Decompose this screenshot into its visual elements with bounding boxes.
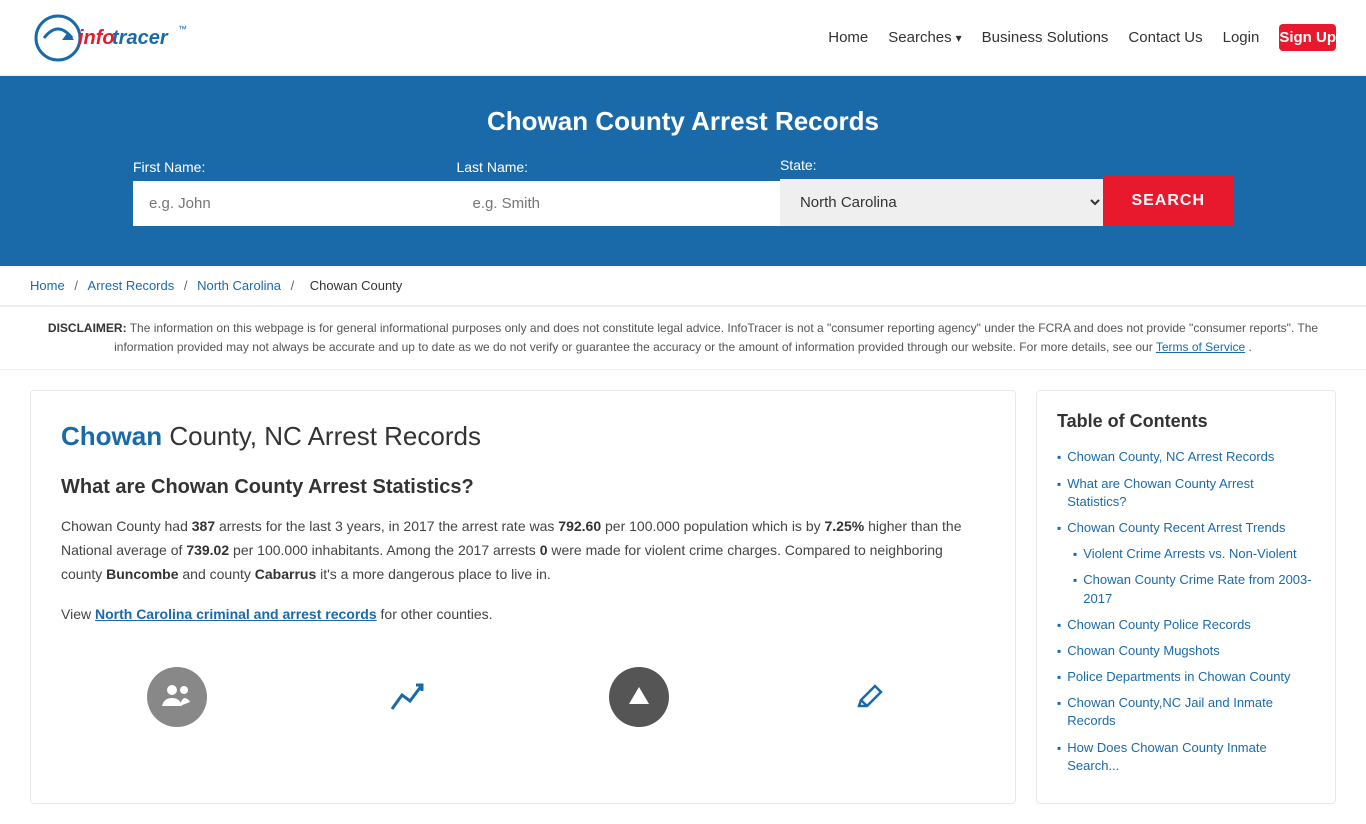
nav-login[interactable]: Login xyxy=(1223,24,1260,51)
svg-text:info: info xyxy=(78,27,115,49)
main-content: Chowan County, NC Arrest Records What ar… xyxy=(0,370,1366,824)
p1-county2: Cabarrus xyxy=(255,566,316,582)
breadcrumb: Home / Arrest Records / North Carolina /… xyxy=(0,266,1366,306)
toc-title: Table of Contents xyxy=(1057,411,1315,432)
searches-chevron-icon xyxy=(956,29,962,46)
disclaimer: DISCLAIMER: The information on this webp… xyxy=(0,306,1366,370)
breadcrumb-current: Chowan County xyxy=(310,278,403,293)
content-paragraph1: Chowan County had 387 arrests for the la… xyxy=(61,515,985,586)
toc-list: Chowan County, NC Arrest Records What are… xyxy=(1057,448,1315,775)
p1-mid2: per 100.000 population which is by xyxy=(601,518,824,534)
trend-icon xyxy=(378,667,438,727)
toc-link[interactable]: Chowan County Police Records xyxy=(1067,616,1251,634)
toc-item: Chowan County Recent Arrest Trends xyxy=(1057,519,1315,537)
nav-home[interactable]: Home xyxy=(828,24,868,51)
article-title: Chowan County, NC Arrest Records xyxy=(61,421,985,452)
p1-arrests: 387 xyxy=(192,518,215,534)
disclaimer-bold: DISCLAIMER: xyxy=(48,321,127,335)
article-title-highlight: Chowan xyxy=(61,421,162,451)
disclaimer-tos-link[interactable]: Terms of Service xyxy=(1156,340,1245,354)
toc-item: How Does Chowan County Inmate Search... xyxy=(1057,739,1315,775)
breadcrumb-sep-3: / xyxy=(291,278,298,293)
hero-section: Chowan County Arrest Records First Name:… xyxy=(0,76,1366,266)
last-name-label: Last Name: xyxy=(456,159,528,175)
toc-link[interactable]: How Does Chowan County Inmate Search... xyxy=(1067,739,1315,775)
svg-text:™: ™ xyxy=(178,24,187,34)
nav-business-solutions[interactable]: Business Solutions xyxy=(982,24,1109,51)
breadcrumb-home[interactable]: Home xyxy=(30,278,65,293)
breadcrumb-sep-1: / xyxy=(74,278,81,293)
view-pre: View xyxy=(61,606,95,622)
toc-link[interactable]: Chowan County Recent Arrest Trends xyxy=(1067,519,1285,537)
search-button[interactable]: SEARCH xyxy=(1103,176,1233,226)
svg-text:tracer: tracer xyxy=(112,27,169,49)
icon-item-1 xyxy=(137,667,217,727)
nav-contact-us[interactable]: Contact Us xyxy=(1128,24,1202,51)
toc-item: Chowan County,NC Jail and Inmate Records xyxy=(1057,694,1315,730)
breadcrumb-arrest-records[interactable]: Arrest Records xyxy=(88,278,175,293)
p1-pct: 7.25% xyxy=(825,518,865,534)
scroll-up-icon[interactable] xyxy=(609,667,669,727)
toc-item: Chowan County Crime Rate from 2003-2017 xyxy=(1057,571,1315,607)
view-text: View North Carolina criminal and arrest … xyxy=(61,603,985,627)
main-nav: Home Searches Business Solutions Contact… xyxy=(828,24,1336,51)
page-title: Chowan County Arrest Records xyxy=(30,106,1336,137)
article: Chowan County, NC Arrest Records What ar… xyxy=(30,390,1016,804)
state-group: State: North Carolina xyxy=(780,157,1103,226)
icon-item-3 xyxy=(599,667,679,727)
view-link[interactable]: North Carolina criminal and arrest recor… xyxy=(95,606,377,622)
toc-item: Violent Crime Arrests vs. Non-Violent xyxy=(1057,545,1315,563)
disclaimer-tos-end: . xyxy=(1249,340,1252,354)
toc-link[interactable]: Violent Crime Arrests vs. Non-Violent xyxy=(1083,545,1296,563)
p1-mid6: and county xyxy=(178,566,254,582)
header: info tracer ™ Home Searches Business Sol… xyxy=(0,0,1366,76)
toc-item: Chowan County Mugshots xyxy=(1057,642,1315,660)
disclaimer-text: The information on this webpage is for g… xyxy=(114,321,1318,354)
edit-icon xyxy=(840,667,900,727)
search-form: First Name: Last Name: State: North Caro… xyxy=(133,157,1233,226)
breadcrumb-sep-2: / xyxy=(184,278,191,293)
last-name-group: Last Name: xyxy=(456,159,779,226)
toc-link[interactable]: Chowan County, NC Arrest Records xyxy=(1067,448,1274,466)
p1-pre: Chowan County had xyxy=(61,518,192,534)
p1-rate: 792.60 xyxy=(558,518,601,534)
toc-item: Chowan County Police Records xyxy=(1057,616,1315,634)
p1-end: it's a more dangerous place to live in. xyxy=(316,566,551,582)
breadcrumb-north-carolina[interactable]: North Carolina xyxy=(197,278,281,293)
article-title-rest: County, NC Arrest Records xyxy=(162,421,481,451)
toc-link[interactable]: What are Chowan County Arrest Statistics… xyxy=(1067,475,1315,511)
icon-item-2 xyxy=(368,667,448,727)
toc-link[interactable]: Police Departments in Chowan County xyxy=(1067,668,1290,686)
icon-item-4 xyxy=(830,667,910,727)
toc-link[interactable]: Chowan County,NC Jail and Inmate Records xyxy=(1067,694,1315,730)
p1-mid4: per 100.000 inhabitants. Among the 2017 … xyxy=(229,542,540,558)
state-select[interactable]: North Carolina xyxy=(780,179,1103,226)
first-name-label: First Name: xyxy=(133,159,205,175)
toc-item: What are Chowan County Arrest Statistics… xyxy=(1057,475,1315,511)
state-label: State: xyxy=(780,157,817,173)
view-post: for other counties. xyxy=(377,606,493,622)
toc-item: Chowan County, NC Arrest Records xyxy=(1057,448,1315,466)
toc-link[interactable]: Chowan County Mugshots xyxy=(1067,642,1219,660)
first-name-group: First Name: xyxy=(133,159,456,226)
toc-item: Police Departments in Chowan County xyxy=(1057,668,1315,686)
p1-avg: 739.02 xyxy=(186,542,229,558)
p1-county1: Buncombe xyxy=(106,566,178,582)
toc-link[interactable]: Chowan County Crime Rate from 2003-2017 xyxy=(1083,571,1315,607)
last-name-input[interactable] xyxy=(456,181,779,226)
people-icon xyxy=(147,667,207,727)
first-name-input[interactable] xyxy=(133,181,456,226)
nav-signup[interactable]: Sign Up xyxy=(1279,24,1336,51)
nav-searches[interactable]: Searches xyxy=(888,29,961,46)
section1-heading: What are Chowan County Arrest Statistics… xyxy=(61,476,985,499)
sidebar-toc: Table of Contents Chowan County, NC Arre… xyxy=(1036,390,1336,804)
logo[interactable]: info tracer ™ xyxy=(30,10,190,65)
icon-row xyxy=(61,647,985,727)
p1-mid1: arrests for the last 3 years, in 2017 th… xyxy=(215,518,558,534)
